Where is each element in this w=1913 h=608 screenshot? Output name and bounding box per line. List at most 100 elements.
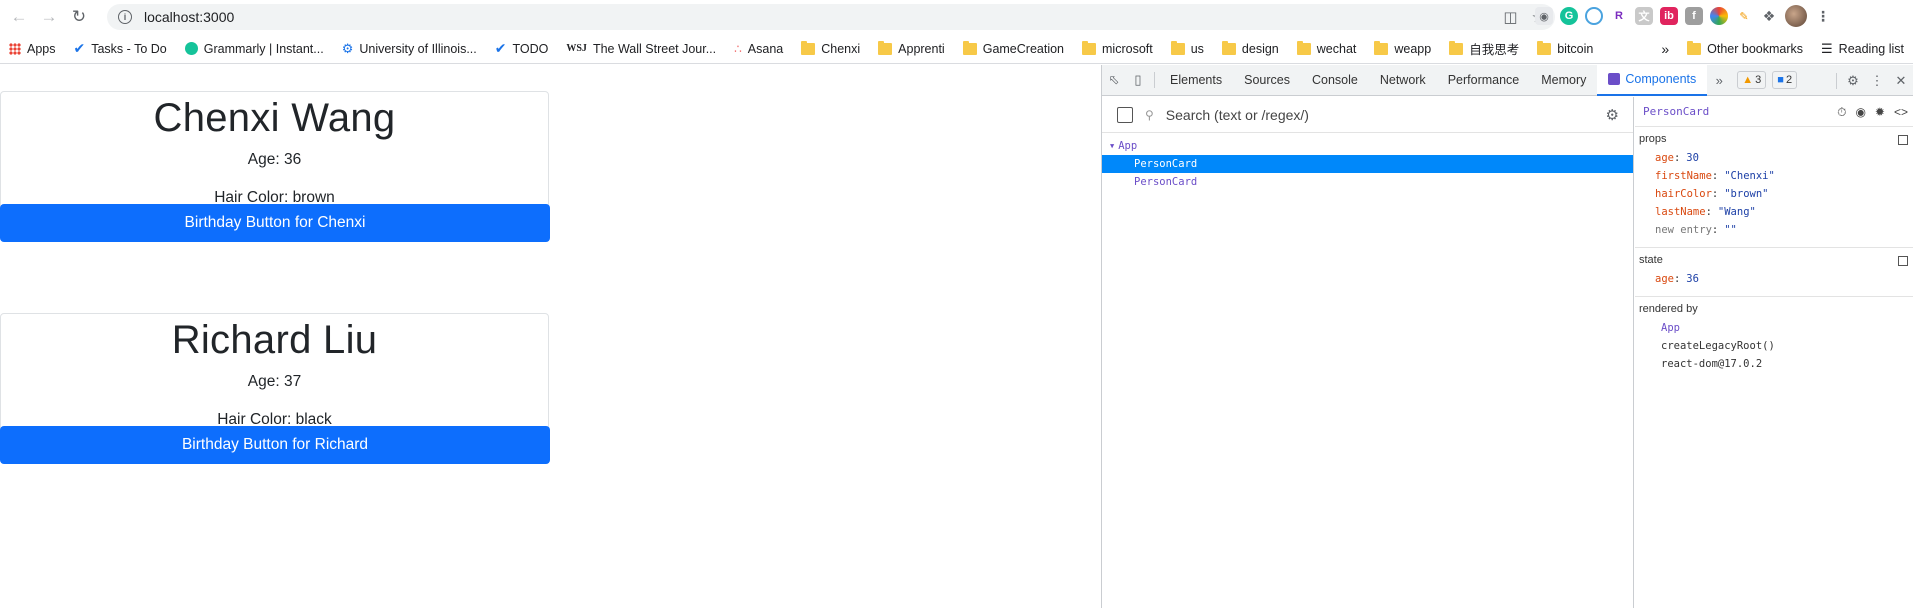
bookmark-item[interactable]: us bbox=[1162, 40, 1213, 56]
wsj-icon: WSJ bbox=[566, 43, 587, 54]
reading-list[interactable]: ☰ Reading list bbox=[1812, 41, 1913, 57]
bookmark-item[interactable]: weapp bbox=[1365, 40, 1440, 56]
reading-list-icon: ☰ bbox=[1821, 41, 1833, 56]
bookmark-item[interactable]: WSJ The Wall Street Jour... bbox=[557, 42, 725, 56]
bookmark-item[interactable]: ⚙ University of Illinois... bbox=[333, 41, 486, 57]
gear-logo-icon: ⚙ bbox=[341, 40, 354, 56]
check-icon: ✔ bbox=[73, 40, 86, 56]
birthday-button[interactable]: Birthday Button for Chenxi bbox=[0, 204, 550, 242]
more-tabs-chevron-icon[interactable]: » bbox=[1707, 65, 1731, 96]
tree-node-personcard-selected[interactable]: PersonCard bbox=[1102, 155, 1633, 173]
profile-avatar[interactable] bbox=[1785, 5, 1807, 27]
warnings-badge[interactable]: ▲ 3 bbox=[1737, 71, 1767, 89]
camera-icon[interactable]: ◉ bbox=[1535, 7, 1553, 25]
diamond-ext-icon[interactable] bbox=[1585, 7, 1603, 25]
person-card: Richard Liu Age: 37 Hair Color: black Bi… bbox=[0, 313, 550, 464]
ib-ext-icon[interactable]: ib bbox=[1660, 7, 1678, 25]
f-ext-icon[interactable]: f bbox=[1685, 7, 1703, 25]
close-icon[interactable]: ✕ bbox=[1889, 65, 1913, 96]
folder-icon bbox=[1687, 41, 1702, 55]
divider bbox=[1154, 72, 1155, 88]
r-ext-icon[interactable]: R bbox=[1610, 7, 1628, 25]
copy-icon[interactable] bbox=[1898, 256, 1908, 266]
tab-elements[interactable]: Elements bbox=[1159, 65, 1233, 96]
translate-icon[interactable]: ◫ bbox=[1503, 8, 1517, 26]
bookmark-item[interactable]: Apprenti bbox=[869, 40, 954, 56]
reload-icon[interactable]: ↻ bbox=[68, 6, 90, 28]
folder-icon bbox=[1170, 40, 1185, 55]
bookmark-item[interactable]: design bbox=[1213, 40, 1288, 56]
tab-console[interactable]: Console bbox=[1301, 65, 1369, 96]
tree-node-app[interactable]: ▼ App bbox=[1102, 137, 1633, 155]
inspect-element-icon[interactable]: ⬁ bbox=[1102, 65, 1126, 96]
source-code-icon[interactable]: <> bbox=[1894, 105, 1908, 120]
browser-toolbar: ← → ↻ i localhost:3000 ◫ ☆ ◉ G R 文 ib f … bbox=[0, 0, 1913, 34]
bookmark-item[interactable]: GameCreation bbox=[954, 40, 1073, 56]
bookmark-item[interactable]: bitcoin bbox=[1528, 40, 1602, 56]
bug-icon[interactable]: ✹ bbox=[1875, 105, 1885, 120]
folder-icon bbox=[1449, 40, 1464, 55]
devtools-tab-bar: ⬁ ▯ Elements Sources Console Network Per… bbox=[1102, 64, 1913, 96]
rendered-by-item: createLegacyRoot() bbox=[1661, 340, 1775, 352]
person-name: Richard Liu bbox=[171, 318, 378, 362]
tree-node-personcard[interactable]: PersonCard bbox=[1102, 173, 1633, 191]
bookmark-item[interactable]: microsoft bbox=[1073, 40, 1162, 56]
more-bookmarks-chevron-icon[interactable]: » bbox=[1652, 41, 1678, 57]
birthday-button[interactable]: Birthday Button for Richard bbox=[0, 426, 550, 464]
tab-performance[interactable]: Performance bbox=[1437, 65, 1531, 96]
other-bookmarks[interactable]: Other bookmarks bbox=[1678, 41, 1812, 56]
settings-gear-icon[interactable]: ⚙ bbox=[1841, 65, 1865, 96]
address-bar[interactable]: i localhost:3000 ◫ ☆ bbox=[107, 4, 1555, 30]
info-icon[interactable]: i bbox=[118, 10, 132, 24]
folder-icon bbox=[1082, 40, 1097, 55]
device-toolbar-icon[interactable]: ▯ bbox=[1126, 65, 1150, 96]
prop-row[interactable]: firstName: "Chenxi" bbox=[1639, 167, 1913, 185]
tab-network[interactable]: Network bbox=[1369, 65, 1437, 96]
forward-arrow-icon[interactable]: → bbox=[38, 6, 60, 28]
bookmark-item[interactable]: ∴ Asana bbox=[725, 42, 792, 56]
folder-icon bbox=[801, 40, 816, 55]
stopwatch-icon[interactable]: ⏱ bbox=[1837, 105, 1846, 120]
eye-icon[interactable]: ◉ bbox=[1855, 105, 1865, 120]
tab-sources[interactable]: Sources bbox=[1233, 65, 1301, 96]
puzzle-icon[interactable]: ❖ bbox=[1760, 7, 1778, 25]
person-name: Chenxi Wang bbox=[153, 96, 396, 140]
bookmark-item[interactable]: ✔ TODO bbox=[486, 40, 558, 57]
settings-gear-icon[interactable]: ⚙ bbox=[1606, 106, 1619, 124]
color-ext-icon[interactable] bbox=[1710, 7, 1728, 25]
folder-icon bbox=[878, 40, 893, 55]
kebab-menu-icon[interactable]: ⋮ bbox=[1865, 65, 1889, 96]
rendered-by-title: rendered by bbox=[1639, 303, 1698, 315]
folder-icon bbox=[1296, 40, 1311, 55]
copy-icon[interactable] bbox=[1898, 135, 1908, 145]
bookmark-item[interactable]: wechat bbox=[1288, 40, 1366, 56]
divider bbox=[1836, 72, 1837, 89]
back-arrow-icon[interactable]: ← bbox=[8, 6, 30, 28]
menu-dots-icon[interactable]: ⋮ bbox=[1814, 7, 1832, 25]
bookmarks-bar: Apps ✔ Tasks - To Do Grammarly | Instant...… bbox=[0, 34, 1913, 64]
search-input[interactable]: Search (text or /regex/) bbox=[1166, 107, 1309, 123]
bookmark-item[interactable]: Grammarly | Instant... bbox=[176, 42, 333, 56]
prop-row[interactable]: age:30 bbox=[1639, 149, 1913, 167]
bookmark-item[interactable]: ✔ Tasks - To Do bbox=[65, 40, 176, 57]
url-text[interactable]: localhost:3000 bbox=[144, 9, 234, 25]
person-card: Chenxi Wang Age: 36 Hair Color: brown Bi… bbox=[0, 91, 550, 242]
new-prop-row[interactable]: new entry: "" bbox=[1639, 221, 1913, 239]
props-section: props age:30 firstName: "Chenxi" hairColo… bbox=[1635, 127, 1913, 248]
prop-row[interactable]: hairColor: "brown" bbox=[1639, 185, 1913, 203]
pen-ext-icon[interactable]: ✎ bbox=[1735, 7, 1753, 25]
translate-ext-icon[interactable]: 文 bbox=[1635, 7, 1653, 25]
search-icon: ⚲ bbox=[1145, 107, 1154, 122]
messages-badge[interactable]: ■ 2 bbox=[1772, 71, 1798, 89]
tab-components[interactable]: Components bbox=[1597, 64, 1708, 96]
bookmark-item[interactable]: Apps bbox=[0, 42, 65, 56]
prop-row[interactable]: lastName: "Wang" bbox=[1639, 203, 1913, 221]
select-component-icon[interactable] bbox=[1117, 106, 1133, 123]
grammarly-ext-icon[interactable]: G bbox=[1560, 7, 1578, 25]
bookmark-item[interactable]: 自我思考 bbox=[1440, 39, 1528, 58]
bookmark-item[interactable]: Chenxi bbox=[792, 40, 869, 56]
collapse-triangle-icon[interactable]: ▼ bbox=[1110, 142, 1114, 150]
rendered-by-item[interactable]: App bbox=[1639, 319, 1913, 337]
tab-memory[interactable]: Memory bbox=[1530, 65, 1597, 96]
state-row[interactable]: age:36 bbox=[1639, 270, 1913, 288]
